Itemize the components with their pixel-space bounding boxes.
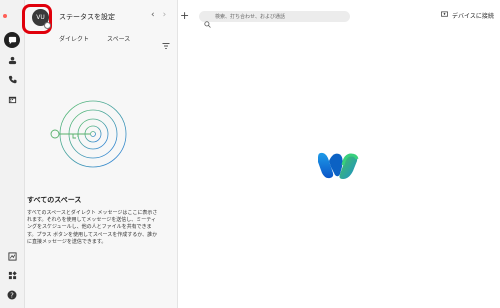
left-rail: ? [0,0,25,308]
whiteboard-icon[interactable] [4,248,20,264]
messaging-icon[interactable] [4,32,20,48]
connect-device-button[interactable]: デバイスに接続 [441,11,494,20]
empty-state-description: すべてのスペースとダイレクト メッセージはここに表示されます。それらを使用してメ… [27,210,158,245]
device-label: デバイスに接続 [452,13,494,20]
forward-button[interactable]: › [163,10,167,20]
svg-text:?: ? [10,292,14,300]
webex-logo [315,147,361,187]
empty-state-illustration [45,96,127,178]
history-navigation: ‹ › [151,10,166,20]
tab-direct[interactable]: ダイレクト [59,34,89,43]
device-icon [441,11,448,20]
help-icon[interactable]: ? [4,287,20,303]
search-placeholder: 検索、打ち合わせ、および通話 [215,14,286,20]
teams-icon[interactable] [4,52,20,68]
search-bar[interactable]: 検索、打ち合わせ、および通話 [199,11,350,28]
calls-icon[interactable] [4,71,20,87]
app-window: ? ダイレクト スペース すべてのスペース すべてのスペースとダイレクト メッセ… [0,0,500,308]
calendar-icon[interactable] [4,91,20,107]
tab-spaces[interactable]: スペース [107,34,130,43]
list-tabs: ダイレクト スペース [59,34,130,43]
close-window-button[interactable] [3,14,7,18]
apps-icon[interactable] [4,267,20,283]
status-input[interactable]: ステータスを設定 [59,12,115,22]
new-space-button[interactable]: + [180,9,189,22]
empty-state-title: すべてのスペース [27,196,82,204]
back-button[interactable]: ‹ [151,10,155,20]
presence-indicator [44,22,51,29]
filter-icon[interactable] [162,34,170,49]
spaces-panel: ダイレクト スペース すべてのスペース すべてのスペースとダイレクト メッセージ… [25,0,178,308]
avatar-initials: VU [36,14,45,21]
